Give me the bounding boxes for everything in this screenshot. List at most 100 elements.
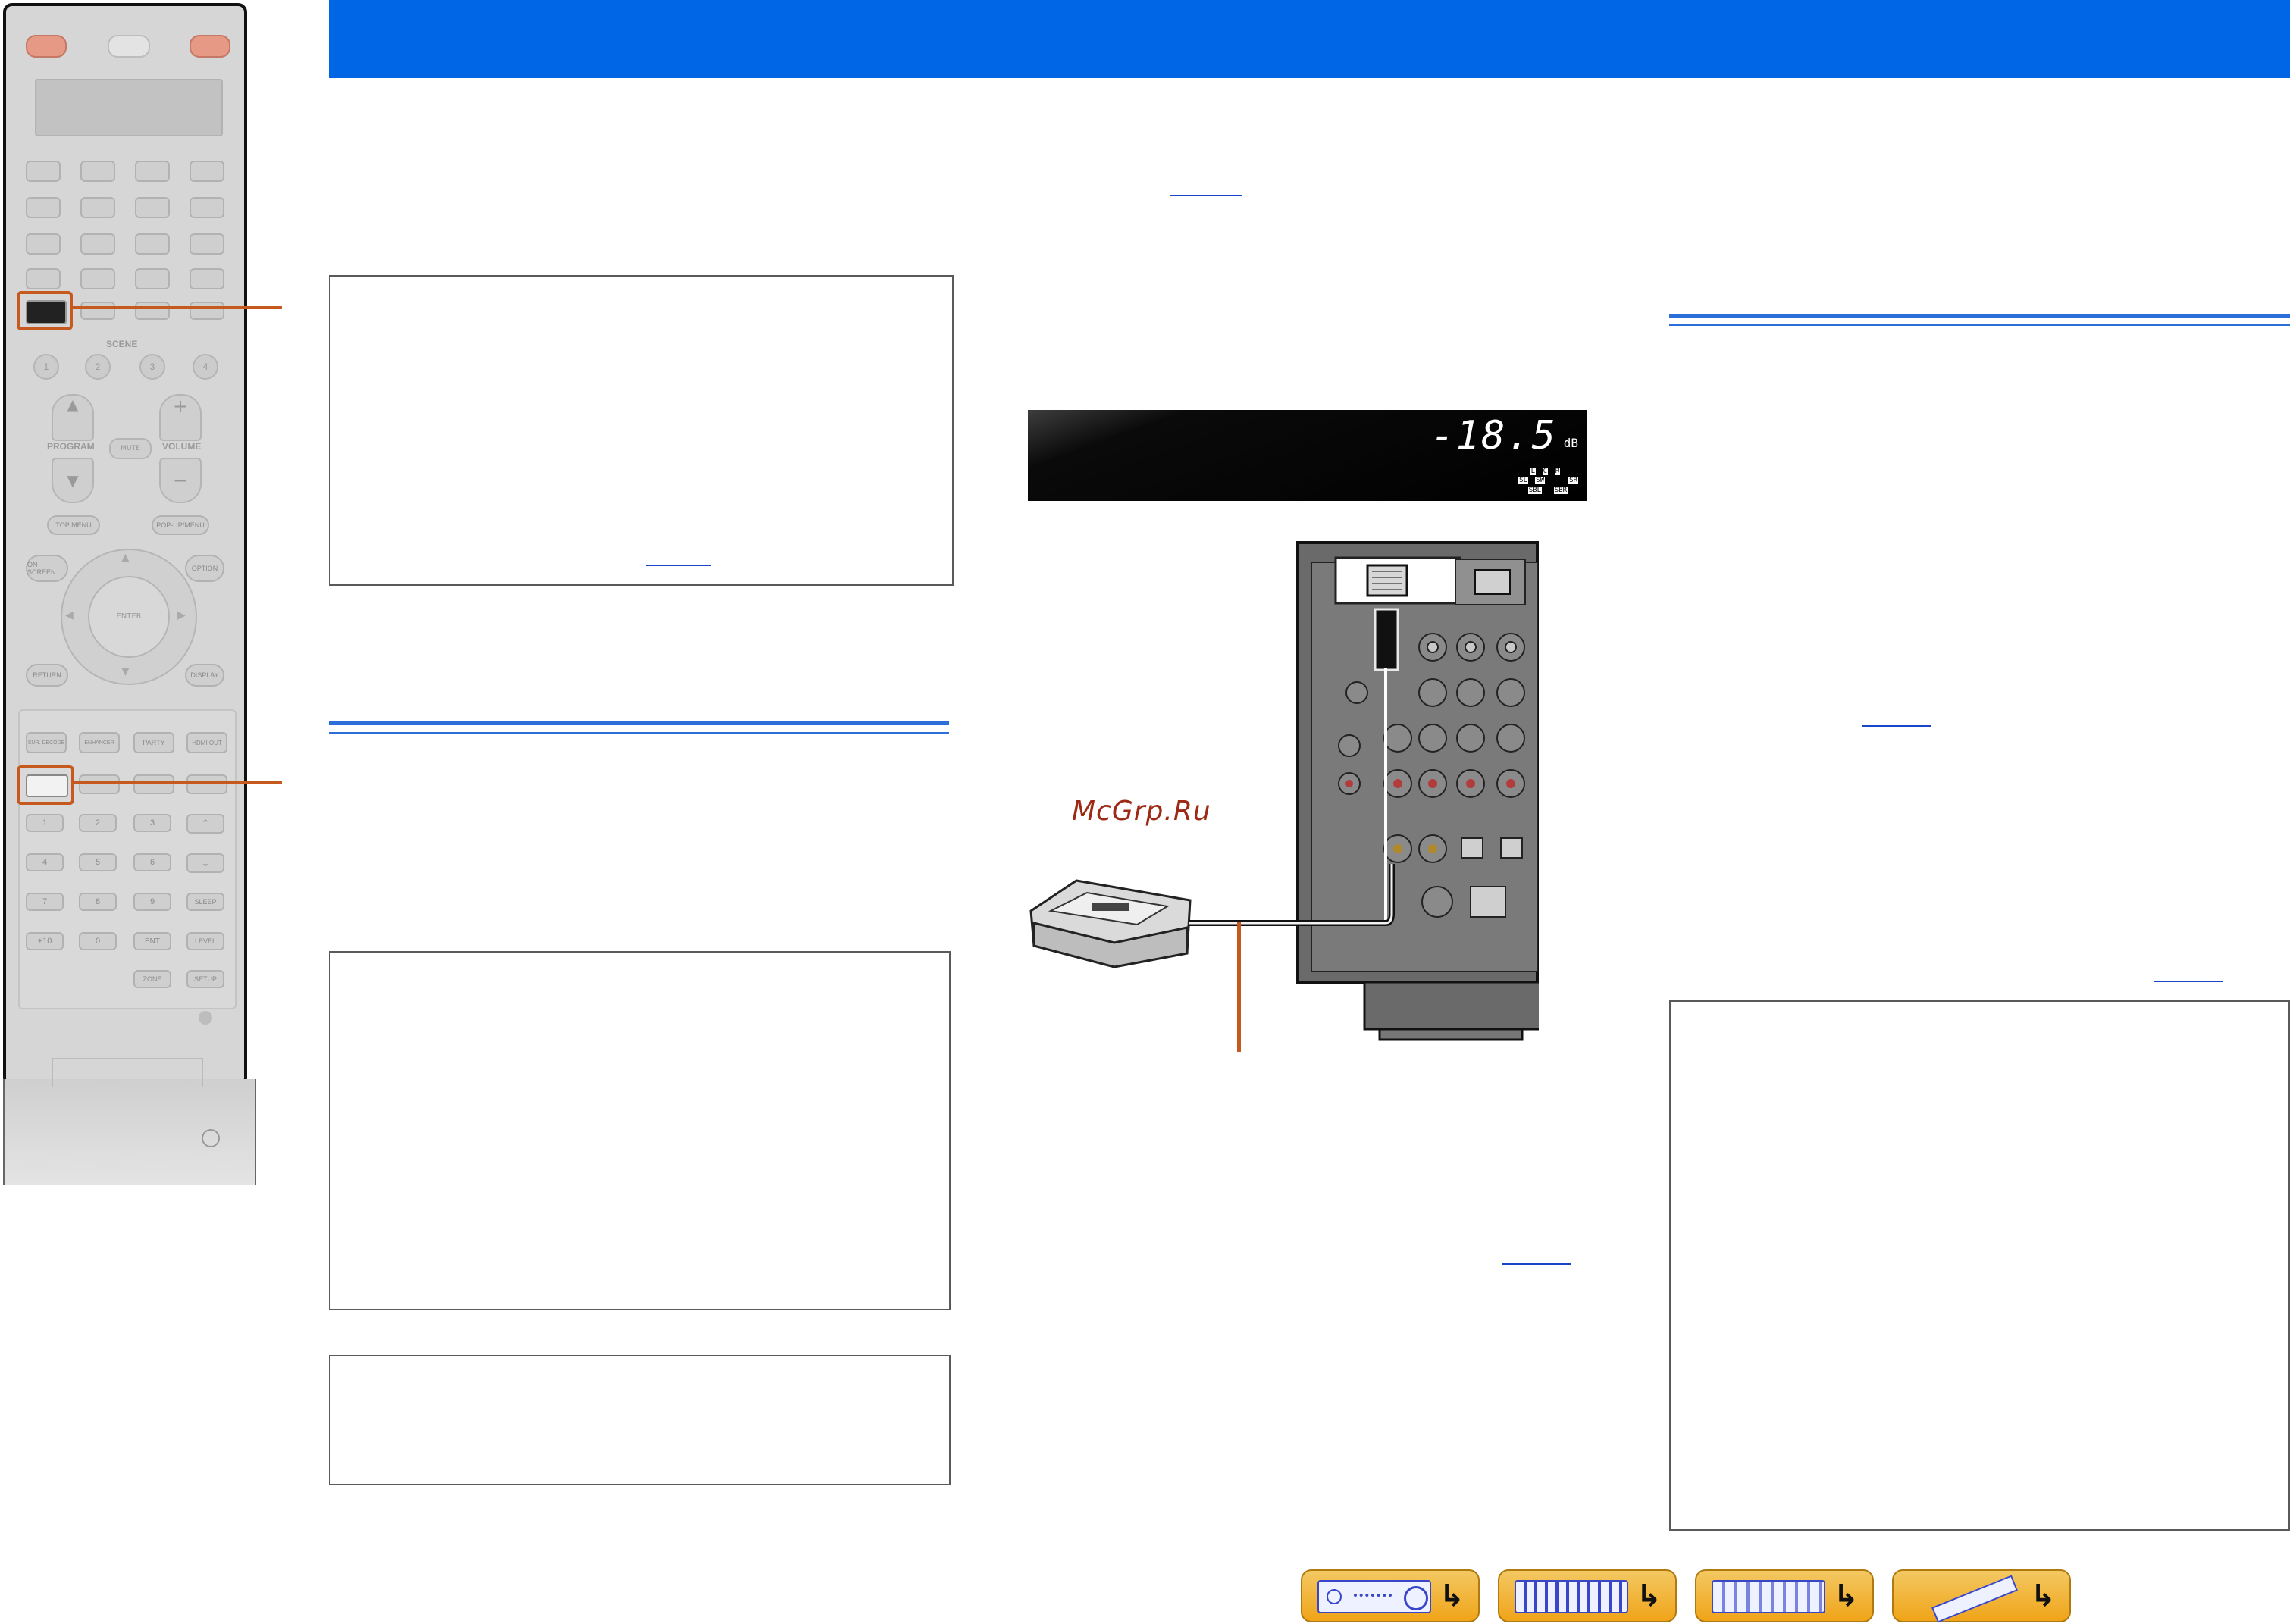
mode-key[interactable] bbox=[79, 774, 120, 794]
page-reference-link[interactable] bbox=[2154, 981, 2223, 982]
on-screen-button[interactable]: ON SCREEN bbox=[26, 555, 68, 582]
indicator-led-icon bbox=[199, 1011, 212, 1025]
section-rule-thin bbox=[1669, 324, 2290, 326]
input-key[interactable] bbox=[26, 233, 61, 255]
source-center-button[interactable] bbox=[108, 35, 150, 58]
numeric-key-1[interactable]: 1 bbox=[26, 814, 64, 832]
input-key[interactable] bbox=[190, 161, 224, 182]
enter-button[interactable]: ENTER bbox=[88, 576, 170, 658]
mode-key[interactable] bbox=[133, 774, 174, 794]
volume-level-readout: -18.5 bbox=[1430, 413, 1557, 458]
sleep-key[interactable]: SLEEP bbox=[186, 893, 224, 911]
nav-front-panel-button[interactable]: ↳ bbox=[1301, 1569, 1480, 1622]
note-box-2 bbox=[329, 951, 951, 1310]
nav-arrow-icon: ↳ bbox=[2030, 1579, 2056, 1613]
input-key[interactable] bbox=[190, 268, 224, 289]
numeric-key-4[interactable]: 4 bbox=[26, 853, 64, 871]
channel-indicator: SR bbox=[1568, 477, 1578, 484]
dock-input-key[interactable] bbox=[26, 300, 67, 324]
channel-indicator: R bbox=[1554, 468, 1560, 475]
page-reference-link[interactable] bbox=[1170, 195, 1242, 196]
input-key[interactable] bbox=[135, 302, 170, 320]
mute-button[interactable]: MUTE bbox=[109, 438, 152, 459]
input-key[interactable] bbox=[80, 302, 115, 320]
power-left-button[interactable] bbox=[26, 35, 67, 58]
numeric-key-9[interactable]: 9 bbox=[133, 893, 171, 911]
section-rule-thick bbox=[1669, 314, 2290, 318]
nav-rear-panel-button[interactable]: ↳ bbox=[1498, 1569, 1677, 1622]
display-button[interactable]: DISPLAY bbox=[185, 664, 224, 687]
hdmi-out-button[interactable]: HDMI OUT bbox=[186, 732, 227, 753]
cursor-right-icon: ▶ bbox=[177, 609, 186, 621]
power-right-button[interactable] bbox=[190, 35, 230, 58]
numeric-key-plus10[interactable]: +10 bbox=[26, 932, 64, 950]
page-up-key[interactable]: ⌃ bbox=[186, 814, 224, 834]
callout-line-bottom bbox=[71, 781, 282, 784]
input-key[interactable] bbox=[80, 268, 115, 289]
numeric-key-2[interactable]: 2 bbox=[79, 814, 117, 832]
scene-button-2[interactable]: 2 bbox=[85, 354, 111, 380]
input-key[interactable] bbox=[80, 233, 115, 255]
note-box-1 bbox=[329, 275, 954, 586]
channel-indicator: L bbox=[1530, 468, 1536, 475]
nav-front-display-button[interactable]: ↳ bbox=[1695, 1569, 1874, 1622]
scene-button-1[interactable]: 1 bbox=[33, 354, 59, 380]
section-rule-thin bbox=[329, 732, 949, 734]
main-key[interactable] bbox=[26, 774, 68, 797]
party-button[interactable]: PARTY bbox=[133, 732, 174, 753]
numeric-key-3[interactable]: 3 bbox=[133, 814, 171, 832]
input-key[interactable] bbox=[190, 197, 224, 218]
scene-button-3[interactable]: 3 bbox=[139, 354, 165, 380]
input-key[interactable] bbox=[135, 268, 170, 289]
numeric-key-0[interactable]: 0 bbox=[79, 932, 117, 950]
input-key[interactable] bbox=[190, 233, 224, 255]
level-key[interactable]: LEVEL bbox=[186, 932, 224, 950]
section-rule-thick bbox=[329, 721, 949, 725]
program-up-button[interactable]: ▲ bbox=[52, 394, 94, 441]
receiver-front-icon bbox=[1317, 1580, 1431, 1613]
note-box-4 bbox=[1669, 1000, 2290, 1531]
input-key[interactable] bbox=[80, 197, 115, 218]
page-reference-link[interactable] bbox=[646, 565, 711, 566]
option-button[interactable]: OPTION bbox=[185, 555, 224, 582]
page-down-key[interactable]: ⌄ bbox=[186, 853, 224, 873]
input-key[interactable] bbox=[26, 197, 61, 218]
note-box-3 bbox=[329, 1355, 951, 1485]
page-reference-link[interactable] bbox=[1862, 725, 1931, 727]
channel-indicator: SBR bbox=[1553, 487, 1568, 494]
remote-control-illustration: SCENE 1 2 3 4 ▲ PROGRAM MUTE VOLUME ▼ + … bbox=[3, 3, 256, 1187]
numeric-key-8[interactable]: 8 bbox=[79, 893, 117, 911]
enhancer-button[interactable]: ENHANCER bbox=[79, 732, 120, 753]
channel-indicator: SW bbox=[1535, 477, 1545, 484]
input-key[interactable] bbox=[190, 302, 224, 320]
callout-line-top bbox=[70, 306, 282, 309]
ipod-universal-dock-drawing bbox=[1029, 864, 1395, 968]
front-display-icon bbox=[1712, 1580, 1825, 1613]
numeric-key-5[interactable]: 5 bbox=[79, 853, 117, 871]
input-key[interactable] bbox=[135, 233, 170, 255]
input-key[interactable] bbox=[135, 197, 170, 218]
return-button[interactable]: RETURN bbox=[26, 664, 68, 687]
popup-menu-button[interactable]: POP-UP/MENU bbox=[152, 515, 209, 535]
input-key[interactable] bbox=[135, 161, 170, 182]
volume-down-button[interactable]: − bbox=[159, 458, 202, 503]
setup-key[interactable]: SETUP bbox=[186, 970, 224, 988]
input-key[interactable] bbox=[26, 161, 61, 182]
page-reference-link[interactable] bbox=[1502, 1263, 1571, 1265]
top-menu-button[interactable]: TOP MENU bbox=[47, 515, 100, 535]
ent-key[interactable]: ENT bbox=[133, 932, 171, 950]
sur-decode-button[interactable]: SUR. DECODE bbox=[26, 732, 67, 753]
numeric-key-7[interactable]: 7 bbox=[26, 893, 64, 911]
nav-remote-control-button[interactable]: ↳ bbox=[1892, 1569, 2071, 1623]
numeric-key-6[interactable]: 6 bbox=[133, 853, 171, 871]
zone-key[interactable]: ZONE bbox=[133, 970, 171, 988]
input-key[interactable] bbox=[26, 268, 61, 289]
scene-button-4[interactable]: 4 bbox=[193, 354, 218, 380]
channel-indicator: C bbox=[1542, 468, 1548, 475]
program-down-button[interactable]: ▼ bbox=[52, 458, 94, 503]
mode-key[interactable] bbox=[186, 774, 227, 794]
volume-up-button[interactable]: + bbox=[159, 394, 202, 441]
program-label: PROGRAM bbox=[47, 441, 95, 452]
input-key[interactable] bbox=[80, 161, 115, 182]
channel-indicator: SBL bbox=[1527, 487, 1542, 494]
